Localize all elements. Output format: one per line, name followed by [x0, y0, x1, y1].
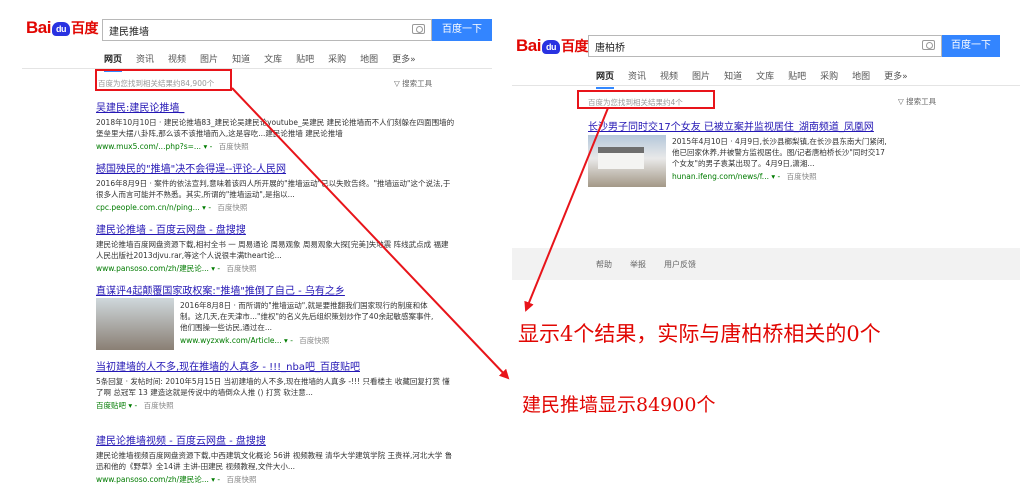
arrow-to-left-note	[231, 87, 510, 380]
annotation-arrows	[231, 87, 609, 380]
left-annotation-note: 建民推墙显示84900个	[522, 394, 716, 416]
right-annotation-note: 显示4个结果，实际与唐柏桥相关的0个	[518, 322, 881, 346]
arrow-to-right-note	[524, 107, 609, 312]
